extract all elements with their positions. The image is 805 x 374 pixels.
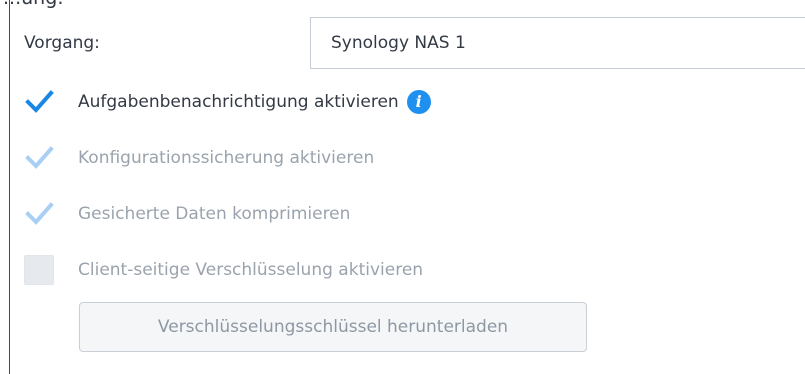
client-encryption-label: Client-seitige Verschlüsselung aktiviere…	[78, 260, 424, 280]
checkmark-icon	[25, 146, 54, 169]
checkmark-icon	[25, 90, 54, 113]
task-notification-label: Aufgabenbenachrichtigung aktivieren	[78, 92, 399, 112]
compress-data-label: Gesicherte Daten komprimieren	[78, 204, 351, 224]
config-backup-label: Konfigurationssicherung aktivieren	[78, 148, 375, 168]
download-key-button[interactable]: Verschlüsselungsschlüssel herunterladen	[79, 302, 587, 352]
task-name-input[interactable]	[310, 17, 805, 69]
info-icon[interactable]: i	[406, 90, 431, 114]
config-backup-checkbox	[24, 143, 54, 173]
task-notification-checkbox[interactable]	[24, 87, 54, 117]
option-config-backup: Konfigurationssicherung aktivieren	[24, 142, 374, 174]
client-encryption-checkbox	[24, 255, 54, 285]
option-client-encryption: Client-seitige Verschlüsselung aktiviere…	[24, 254, 423, 286]
option-task-notification[interactable]: Aufgabenbenachrichtigung aktivieren i	[24, 86, 431, 118]
option-compress-data: Gesicherte Daten komprimieren	[24, 198, 350, 230]
compress-data-checkbox	[24, 199, 54, 229]
task-label: Vorgang:	[24, 33, 100, 53]
panel-left-border	[9, 0, 10, 374]
checkmark-icon	[25, 202, 54, 225]
cropped-header-text: ...ung:	[3, 0, 64, 9]
